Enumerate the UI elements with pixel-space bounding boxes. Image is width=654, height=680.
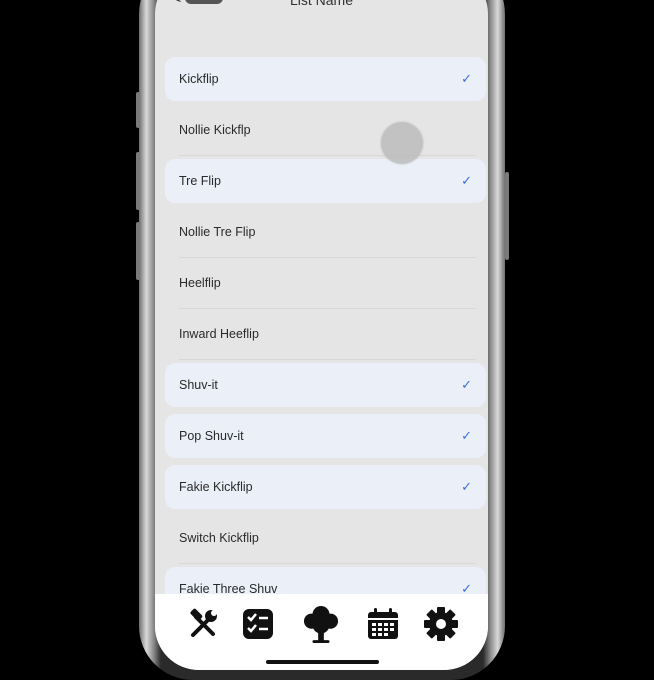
checkmark-icon: ✓ (461, 377, 472, 392)
list-item[interactable]: Heelflip (165, 261, 486, 309)
list-item[interactable]: Nollie Kickflp (165, 108, 486, 156)
gear-icon (424, 607, 458, 641)
power-button (505, 172, 509, 260)
list-item-label: Switch Kickflip (179, 531, 259, 545)
list-item[interactable]: Kickflip ✓ (165, 57, 486, 101)
tab-settings[interactable] (423, 606, 459, 642)
tree-icon (303, 606, 339, 643)
tab-calendar[interactable] (365, 606, 401, 642)
list-item-label: Heelflip (179, 276, 221, 290)
tab-tools[interactable] (185, 606, 221, 642)
checkmark-icon: ✓ (461, 479, 472, 494)
list-item-label: Nollie Tre Flip (179, 225, 256, 239)
list-item-label: Nollie Kickflp (179, 123, 251, 137)
volume-down-button (136, 222, 140, 280)
tools-icon (190, 608, 217, 637)
list-item-label: Tre Flip (179, 174, 221, 188)
checkmark-icon: ✓ (461, 71, 472, 86)
volume-up-button (136, 152, 140, 210)
list-item[interactable]: Switch Kickflip (165, 516, 486, 564)
tab-tree[interactable] (303, 606, 339, 643)
trick-list: Kickflip ✓ Nollie Kickflp Tre Flip ✓ Nollie T… (165, 57, 486, 618)
phone-screen: < List Name Kickflip ✓ Nollie Kickflp Tre F… (155, 0, 488, 670)
list-item[interactable]: Inward Heeflip (165, 312, 486, 360)
list-item-label: Pop Shuv-it (179, 429, 244, 443)
tab-bar (155, 594, 488, 670)
checkmark-icon: ✓ (461, 173, 472, 188)
page-title: List Name (289, 0, 354, 8)
list-item[interactable]: Shuv-it ✓ (165, 363, 486, 407)
tab-checklist[interactable] (240, 606, 276, 642)
calendar-icon (368, 608, 398, 639)
list-item-label: Inward Heeflip (179, 327, 259, 341)
list-item-label: Kickflip (179, 72, 219, 86)
home-indicator[interactable] (266, 660, 379, 664)
list-item-label: Shuv-it (179, 378, 218, 392)
list-item[interactable]: Pop Shuv-it ✓ (165, 414, 486, 458)
action-button (136, 92, 140, 128)
touch-indicator (381, 122, 423, 164)
checkmark-icon: ✓ (461, 428, 472, 443)
list-item[interactable]: Tre Flip ✓ (165, 159, 486, 203)
list-item-label: Fakie Kickflip (179, 480, 253, 494)
list-item[interactable]: Fakie Kickflip ✓ (165, 465, 486, 509)
checklist-icon (243, 609, 273, 639)
list-item[interactable]: Nollie Tre Flip (165, 210, 486, 258)
navigation-bar: < List Name (155, 0, 488, 8)
